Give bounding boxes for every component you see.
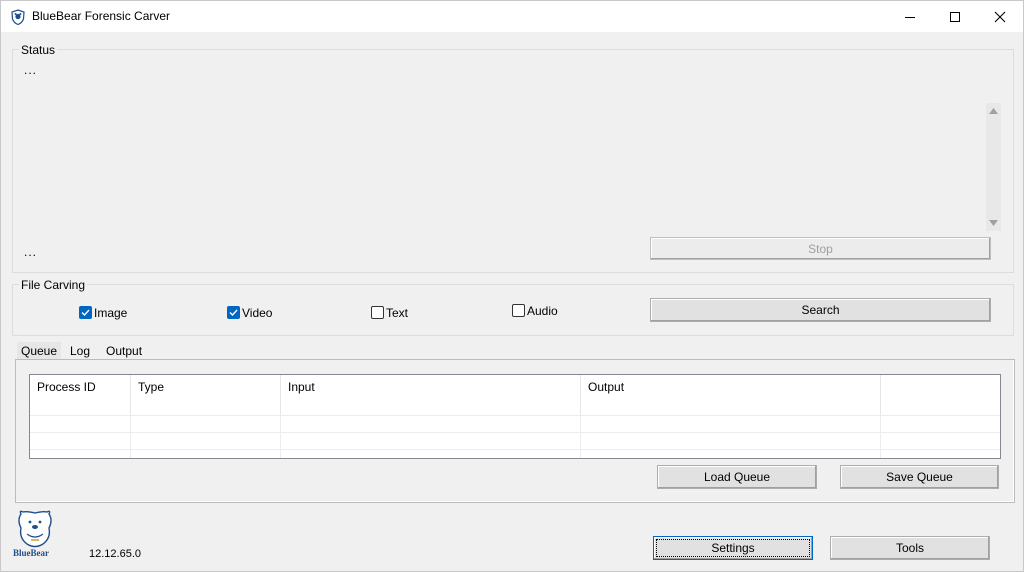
settings-button[interactable]: Settings — [653, 536, 813, 560]
table-row[interactable] — [30, 415, 1000, 433]
video-checkbox-label[interactable]: Video — [242, 306, 272, 320]
status-line-bottom: ... — [24, 245, 38, 259]
column-header-input[interactable]: Input — [281, 375, 581, 415]
video-checkbox[interactable] — [227, 306, 240, 319]
close-icon — [994, 11, 1006, 22]
file-carving-group-label: File Carving — [19, 278, 88, 292]
window-title: BlueBear Forensic Carver — [32, 9, 171, 23]
status-scrollbar[interactable] — [986, 103, 1001, 231]
maximize-button[interactable] — [932, 1, 978, 32]
tools-button[interactable]: Tools — [830, 536, 990, 560]
stop-button[interactable]: Stop — [650, 237, 991, 260]
search-button[interactable]: Search — [650, 298, 991, 322]
status-group-label: Status — [19, 43, 58, 57]
audio-checkbox[interactable] — [512, 304, 525, 317]
check-icon — [229, 309, 238, 317]
table-row[interactable] — [30, 432, 1000, 450]
minimize-button[interactable] — [887, 1, 933, 32]
minimize-icon — [905, 16, 915, 18]
save-queue-button[interactable]: Save Queue — [840, 465, 999, 489]
scroll-down-icon[interactable] — [989, 220, 998, 226]
load-queue-button[interactable]: Load Queue — [657, 465, 817, 489]
scroll-up-icon[interactable] — [989, 108, 998, 114]
version-label: 12.12.65.0 — [89, 548, 141, 560]
tab-queue[interactable]: Queue — [17, 342, 62, 360]
table-row[interactable] — [30, 449, 1000, 458]
text-checkbox-label[interactable]: Text — [386, 306, 408, 320]
close-button[interactable] — [977, 1, 1023, 32]
image-checkbox-label[interactable]: Image — [94, 306, 127, 320]
tab-log[interactable]: Log — [66, 342, 94, 360]
queue-table[interactable]: Process ID Type Input Output — [29, 374, 1001, 459]
column-header-type[interactable]: Type — [131, 375, 281, 415]
maximize-icon — [950, 11, 960, 22]
image-checkbox[interactable] — [79, 306, 92, 319]
column-header-process-id[interactable]: Process ID — [30, 375, 131, 415]
logo-text: BlueBear — [13, 548, 49, 558]
audio-checkbox-label[interactable]: Audio — [527, 304, 558, 318]
status-line-top: ... — [24, 63, 38, 77]
app-window: BlueBear Forensic Carver Status ... ... … — [0, 0, 1024, 572]
title-bar[interactable]: BlueBear Forensic Carver — [1, 1, 1023, 32]
text-checkbox[interactable] — [371, 306, 384, 319]
column-header-blank[interactable] — [881, 375, 1000, 415]
bear-shield-icon — [11, 9, 25, 25]
bear-logo-icon — [18, 510, 52, 548]
tab-output[interactable]: Output — [102, 342, 146, 360]
bluebear-logo: BlueBear — [13, 510, 57, 560]
column-header-output[interactable]: Output — [581, 375, 881, 415]
check-icon — [81, 309, 90, 317]
